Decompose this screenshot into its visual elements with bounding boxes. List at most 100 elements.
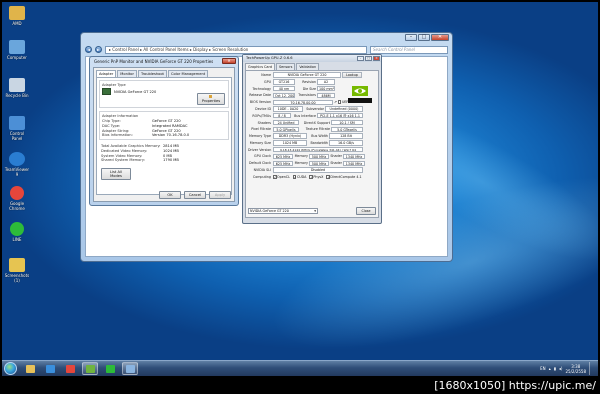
tab-color-management[interactable]: Color Management: [167, 70, 209, 77]
search-input[interactable]: Search Control Panel: [370, 45, 448, 54]
memory-key: Shared System Memory:: [101, 158, 145, 163]
tab-monitor[interactable]: Monitor: [117, 70, 137, 77]
close-button[interactable]: ✕: [431, 34, 449, 41]
apply-button[interactable]: Apply: [209, 191, 231, 199]
show-desktop-button[interactable]: [589, 362, 594, 375]
gpuz-close-icon[interactable]: ✕: [373, 56, 380, 61]
shield-icon: [209, 95, 212, 98]
desktop-icon-amd[interactable]: AMD: [4, 6, 30, 26]
desktop-icon-teamviewer[interactable]: TeamViewer 9: [4, 152, 30, 177]
tray-arrow-icon[interactable]: ▴: [549, 366, 551, 371]
adapter-info-group: Adapter Information Chip Type: GeForce GT…: [99, 111, 229, 140]
adapter-tab-panel: Adapter Type NVIDIA GeForce GT 220 Prope…: [96, 77, 232, 195]
gpuz-close-button[interactable]: Close: [356, 207, 376, 215]
tab-troubleshoot[interactable]: Troubleshoot: [137, 70, 167, 77]
line-icon: [105, 364, 115, 373]
memory-row: Shared System Memory: 1790 MB: [101, 158, 227, 163]
device-id-label: Device ID: [255, 107, 271, 111]
folder-icon: [25, 364, 35, 373]
desktop: AMD Computer Recycle Bin Control Panel T…: [2, 2, 598, 376]
cuda-label: CUDA: [296, 174, 307, 179]
gpuz-minimize-button[interactable]: –: [357, 56, 364, 61]
taskbar-line[interactable]: [102, 362, 118, 375]
computer-icon: [9, 40, 25, 54]
rops-tmus-label: ROPs/TMUs: [252, 113, 271, 118]
gpuz-icon: [85, 364, 95, 373]
maximize-button[interactable]: □: [418, 34, 430, 41]
taskbar-explorer[interactable]: [22, 362, 38, 375]
desktop-icon-chrome[interactable]: Google Chrome: [4, 186, 30, 211]
adapter-type-value: NVIDIA GeForce GT 220: [114, 89, 157, 94]
cancel-button[interactable]: Cancel: [184, 191, 206, 199]
breadcrumb[interactable]: ▸ Control Panel ▸ All Control Panel Item…: [105, 45, 367, 54]
network-icon[interactable]: ▮: [554, 366, 556, 371]
opencl-label: OpenCL: [277, 174, 290, 179]
taskbar: EN ▴ ▮ ◂) 3:38 25/2/2558: [2, 360, 598, 376]
desktop-icon-line[interactable]: LINE: [4, 222, 30, 242]
taskbar-control-panel[interactable]: [122, 362, 138, 375]
taskbar-ie[interactable]: [42, 362, 58, 375]
start-button[interactable]: [4, 362, 17, 375]
gpu-label: GPU: [264, 79, 271, 84]
back-button[interactable]: ◄: [85, 46, 92, 53]
clock-date: 25/2/2558: [565, 368, 586, 374]
bandwidth-field: 16.0 GB/s: [329, 140, 363, 146]
adapter-type-label: Adapter Type: [102, 83, 126, 87]
desktop-icon-control-panel[interactable]: Control Panel: [4, 116, 30, 141]
default-memory-field: 500 MHz: [309, 160, 329, 166]
bios-version-label: BIOS Version: [249, 100, 271, 105]
gpuz-maximize-button[interactable]: □: [365, 56, 372, 61]
list-all-modes-button[interactable]: List All Modes: [101, 168, 131, 181]
tab-validation[interactable]: Validation: [296, 63, 320, 70]
recycle-bin-icon: [9, 78, 25, 92]
die-size-label: Die Size: [302, 86, 316, 91]
tab-graphics-card[interactable]: Graphics Card: [245, 63, 275, 70]
clock[interactable]: 3:38 25/2/2558: [565, 364, 586, 374]
tab-sensors[interactable]: Sensors: [275, 63, 296, 70]
gpuz-window-controls: – □ ✕: [357, 56, 380, 61]
taskbar-chrome[interactable]: [62, 362, 78, 375]
dialog-title[interactable]: Generic PnP Monitor and NVIDIA GeForce G…: [90, 57, 238, 66]
dialog-close-button[interactable]: ✕: [222, 58, 236, 64]
forward-button[interactable]: ►: [95, 46, 102, 53]
default-clock-field: 625 MHz: [273, 160, 293, 166]
bandwidth-label: Bandwidth: [310, 140, 328, 145]
gpu-field: GT216: [273, 79, 295, 85]
desktop-icon-computer[interactable]: Computer: [4, 40, 30, 60]
watermark-text: [1680x1050] https://upic.me/: [434, 379, 596, 392]
window-caption[interactable]: [81, 33, 452, 45]
card-select[interactable]: NVIDIA GeForce GT 220: [248, 208, 318, 214]
properties-button-label: Properties: [201, 99, 221, 103]
name-label: Name: [261, 73, 271, 78]
lookup-button[interactable]: Lookup: [342, 72, 362, 78]
gpu-clock-field: 625 MHz: [273, 153, 293, 160]
chrome-icon: [10, 186, 24, 200]
taskbar-gpuz[interactable]: [82, 362, 98, 375]
share-icon[interactable]: ↗: [334, 100, 337, 104]
info-key: Bios Information:: [102, 133, 133, 138]
desktop-icon-screenshots-folder[interactable]: Screenshots (1): [4, 258, 30, 283]
directcompute-checkbox: ✓ DirectCompute 4.1: [326, 174, 362, 179]
pixel-fillrate-label: Pixel Fillrate: [251, 127, 271, 132]
adapter-type-group: Adapter Type NVIDIA GeForce GT 220 Prope…: [99, 80, 229, 108]
directx-support-label: DirectX Support: [303, 120, 330, 125]
tab-adapter[interactable]: Adapter: [96, 70, 117, 77]
bus-width-label: Bus Width: [311, 134, 328, 139]
technology-field: 40 nm: [273, 85, 295, 92]
driver-version-field: 9.18.13.4144 WHQL (ForceWare 341.44) / W…: [273, 146, 363, 153]
directcompute-label: DirectCompute 4.1: [330, 174, 362, 179]
check-icon: ✓: [292, 175, 297, 180]
memory-type-label: Memory Type: [248, 134, 271, 139]
desktop-icon-recycle-bin[interactable]: Recycle Bin: [4, 78, 30, 98]
minimize-button[interactable]: –: [405, 34, 417, 41]
gpuz-footer: NVIDIA GeForce GT 220 Close: [248, 207, 376, 215]
ok-button[interactable]: OK: [159, 191, 181, 199]
info-value: Version 70.16.78.0.0: [152, 133, 190, 138]
system-tray: EN ▴ ▮ ◂) 3:38 25/2/2558: [540, 362, 594, 375]
language-indicator[interactable]: EN: [540, 366, 546, 371]
volume-icon[interactable]: ◂): [559, 366, 563, 371]
properties-button[interactable]: Properties: [197, 93, 225, 105]
nvidia-logo: [348, 86, 372, 103]
address-bar-row: ◄ ► ▸ Control Panel ▸ All Control Panel …: [85, 45, 448, 54]
revision-field: A2: [317, 79, 335, 85]
